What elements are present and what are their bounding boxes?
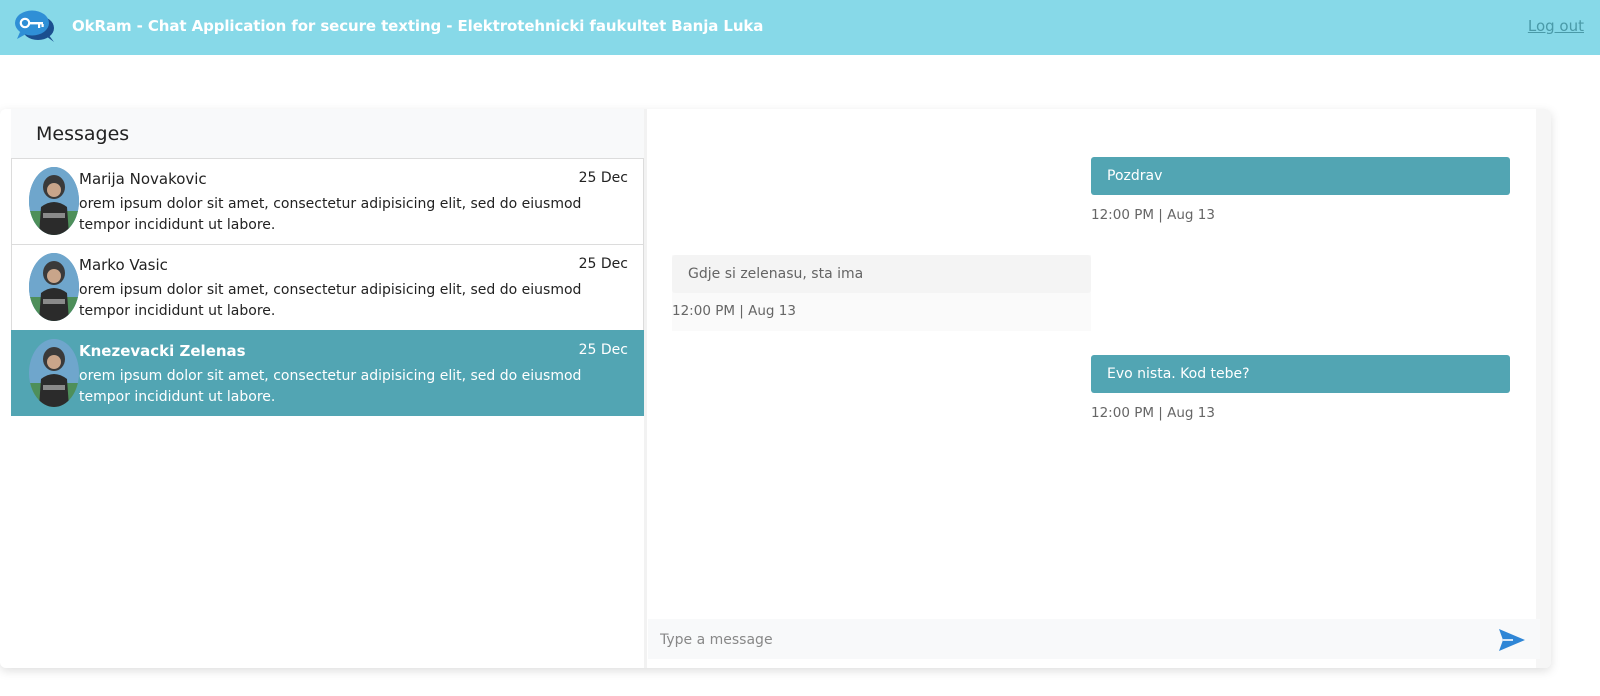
chat-list-item[interactable]: Marija Novakovic 25 Dec orem ipsum dolor… bbox=[11, 158, 644, 244]
outgoing-bubble: Pozdrav bbox=[1091, 157, 1510, 195]
message-composer bbox=[648, 619, 1540, 659]
panel-divider bbox=[644, 109, 647, 668]
top-navbar: OkRam - Chat Application for secure text… bbox=[0, 0, 1600, 55]
outgoing-message: Pozdrav 12:00 PM | Aug 13 bbox=[1091, 157, 1510, 223]
chat-list-item-active[interactable]: Knezevacki Zelenas 25 Dec orem ipsum dol… bbox=[11, 330, 644, 416]
contact-avatar-image bbox=[29, 339, 79, 407]
message-history[interactable]: Pozdrav 12:00 PM | Aug 13 Gdje si zelena… bbox=[648, 109, 1536, 668]
contact-name: Marija Novakovic bbox=[79, 170, 207, 188]
message-time: 12:00 PM | Aug 13 bbox=[1091, 207, 1215, 223]
contact-avatar-image bbox=[29, 253, 79, 321]
chat-date: 25 Dec bbox=[578, 170, 628, 186]
message-preview: orem ipsum dolor sit amet, consectetur a… bbox=[79, 282, 582, 319]
avatar bbox=[29, 167, 79, 235]
outgoing-message: Evo nista. Kod tebe? 12:00 PM | Aug 13 bbox=[1091, 355, 1510, 421]
chat-list-item[interactable]: Marko Vasic 25 Dec orem ipsum dolor sit … bbox=[11, 244, 644, 330]
message-input[interactable] bbox=[660, 627, 1460, 653]
inbox-panel: Messages Marija Novakovic 25 Dec orem ip bbox=[11, 109, 644, 668]
message-time: 12:00 PM | Aug 13 bbox=[672, 303, 796, 319]
contact-name: Knezevacki Zelenas bbox=[79, 342, 246, 360]
inbox-title: Messages bbox=[36, 123, 130, 145]
messaging-card: Messages Marija Novakovic 25 Dec orem ip bbox=[0, 109, 1551, 668]
send-icon[interactable] bbox=[1497, 627, 1527, 653]
message-preview: orem ipsum dolor sit amet, consectetur a… bbox=[79, 368, 582, 405]
outgoing-bubble: Evo nista. Kod tebe? bbox=[1091, 355, 1510, 393]
incoming-message: Gdje si zelenasu, sta ima 12:00 PM | Aug… bbox=[672, 255, 1091, 331]
message-time: 12:00 PM | Aug 13 bbox=[1091, 405, 1215, 421]
avatar bbox=[29, 339, 79, 407]
inbox-header: Messages bbox=[11, 109, 644, 158]
contact-avatar-image bbox=[29, 167, 79, 235]
chat-date: 25 Dec bbox=[578, 256, 628, 272]
message-preview: orem ipsum dolor sit amet, consectetur a… bbox=[79, 196, 582, 233]
contact-name: Marko Vasic bbox=[79, 256, 168, 274]
scrollbar-track[interactable] bbox=[1536, 109, 1551, 668]
chat-date: 25 Dec bbox=[578, 342, 628, 358]
chat-list: Marija Novakovic 25 Dec orem ipsum dolor… bbox=[11, 158, 644, 416]
logout-link[interactable]: Log out bbox=[1528, 17, 1584, 35]
app-title: OkRam - Chat Application for secure text… bbox=[72, 17, 764, 35]
avatar bbox=[29, 253, 79, 321]
incoming-bubble: Gdje si zelenasu, sta ima bbox=[672, 255, 1091, 293]
chat-key-logo-icon bbox=[15, 10, 54, 42]
